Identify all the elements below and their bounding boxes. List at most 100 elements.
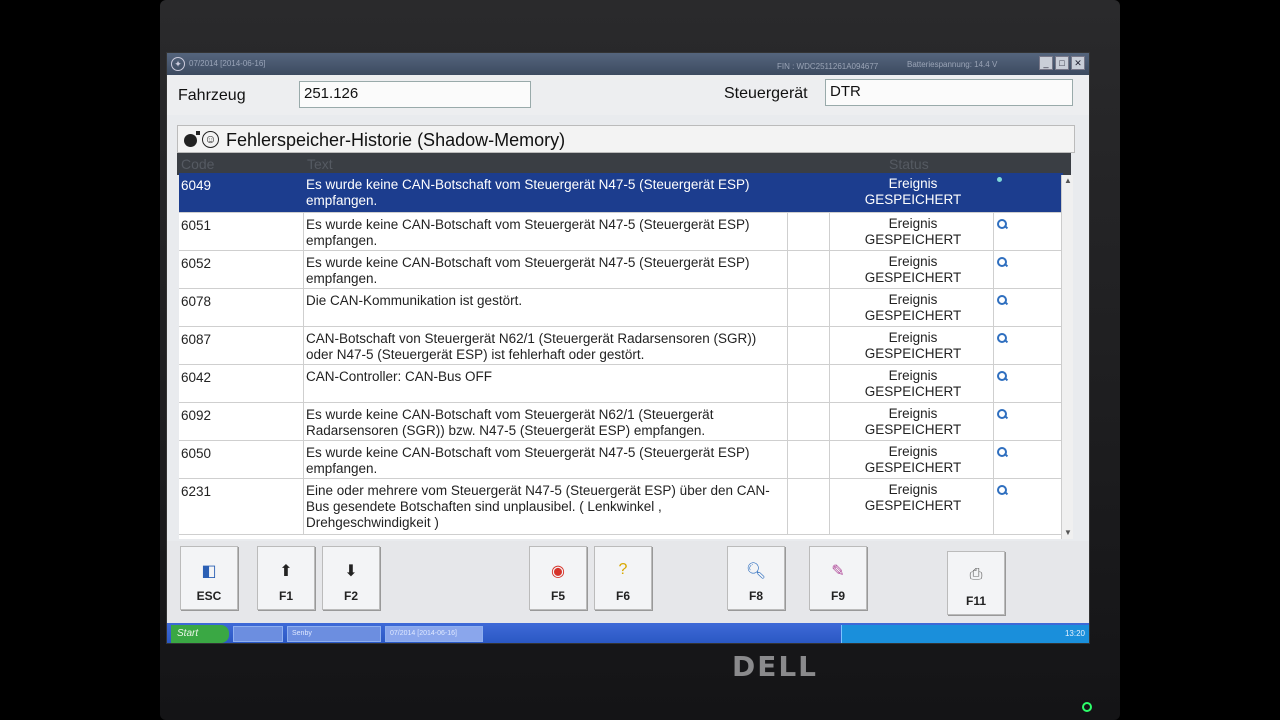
status-stored: GESPEICHERT — [864, 270, 962, 285]
minimize-button[interactable]: _ — [1039, 56, 1053, 70]
dell-logo: DELL — [731, 650, 819, 683]
f6-label: F6 — [615, 589, 630, 603]
close-button[interactable]: ✕ — [1071, 56, 1085, 70]
vehicle-label: Fahrzeug — [178, 87, 246, 104]
title-bar: ✦ 07/2014 [2014-06-16] FIN : WDC2511261A… — [167, 53, 1089, 75]
column-divider — [303, 251, 304, 288]
row-text: Es wurde keine CAN-Botschaft vom Steuerg… — [306, 177, 750, 208]
status-stored: GESPEICHERT — [864, 192, 962, 207]
row-status: Ereignis GESPEICHERT — [831, 216, 995, 248]
f11-label: F11 — [965, 594, 986, 608]
column-divider — [829, 403, 830, 440]
column-divider — [303, 289, 304, 326]
row-code: 6049 — [181, 178, 212, 193]
table-row[interactable]: 6078 Die CAN-Kommunikation ist gestört. … — [179, 289, 1063, 327]
table-row[interactable]: 6051 Es wurde keine CAN-Botschaft vom St… — [179, 213, 1063, 251]
magnifier-icon[interactable] — [997, 219, 1007, 229]
f9-label: F9 — [830, 589, 845, 603]
esc-button[interactable]: ◧ ESC — [180, 546, 238, 610]
magnifier-icon[interactable] — [997, 371, 1007, 381]
ecu-field[interactable]: DTR — [825, 79, 1073, 106]
row-text: CAN-Controller: CAN-Bus OFF — [306, 369, 493, 384]
section-header: ☺ Fehlerspeicher-Historie (Shadow-Memory… — [177, 125, 1075, 153]
f2-button[interactable]: ⬇ F2 — [322, 546, 380, 610]
notepad-icon: ✎ — [831, 563, 845, 580]
door-exit-icon: ◧ — [201, 563, 217, 580]
column-header-code[interactable]: Code — [181, 156, 214, 172]
table-row[interactable]: 6049 Es wurde keine CAN-Botschaft vom St… — [179, 173, 1063, 213]
taskbar-item-senby[interactable]: Senby — [287, 626, 381, 642]
f8-label: F8 — [748, 589, 763, 603]
column-divider — [829, 327, 830, 364]
f11-button[interactable]: ⎙ F11 — [947, 551, 1005, 615]
f5-label: F5 — [550, 589, 565, 603]
row-code: 6051 — [181, 218, 212, 233]
status-event: Ereignis — [888, 254, 938, 269]
column-header-status[interactable]: Status — [889, 156, 929, 172]
table-row[interactable]: 6087 CAN-Botschaft von Steuergerät N62/1… — [179, 327, 1063, 365]
column-divider — [787, 479, 788, 534]
quick-launch[interactable] — [233, 626, 283, 642]
magnifier-icon[interactable] — [997, 295, 1007, 305]
taskbar-item-app[interactable]: 07/2014 [2014-06-16] — [385, 626, 483, 642]
column-header-text[interactable]: Text — [307, 156, 333, 172]
status-stored: GESPEICHERT — [864, 346, 962, 361]
status-stored: GESPEICHERT — [864, 460, 962, 475]
f9-button[interactable]: ✎ F9 — [809, 546, 867, 610]
status-event: Ereignis — [888, 176, 938, 191]
column-divider — [303, 441, 304, 478]
row-code: 6042 — [181, 370, 212, 385]
column-divider — [787, 213, 788, 250]
maximize-button[interactable]: □ — [1055, 56, 1069, 70]
vehicle-field[interactable]: 251.126 — [299, 81, 531, 108]
selection-dot-icon — [997, 177, 1002, 182]
f5-button[interactable]: ◉ F5 — [529, 546, 587, 610]
row-status: Ereignis GESPEICHERT — [831, 254, 995, 286]
bomb-icon — [184, 131, 200, 147]
table-row[interactable]: 6042 CAN-Controller: CAN-Bus OFF Ereigni… — [179, 365, 1063, 403]
status-stored: GESPEICHERT — [864, 384, 962, 399]
column-divider — [829, 251, 830, 288]
row-text: Eine oder mehrere vom Steuergerät N47-5 … — [306, 483, 770, 530]
row-text: Es wurde keine CAN-Botschaft vom Steuerg… — [306, 407, 714, 438]
taskbar: Start Senby 07/2014 [2014-06-16] 13:20 — [167, 623, 1089, 643]
status-stored: GESPEICHERT — [864, 308, 962, 323]
column-divider — [829, 479, 830, 534]
column-divider — [303, 365, 304, 402]
f1-button[interactable]: ⬆ F1 — [257, 546, 315, 610]
row-text: CAN-Botschaft von Steuergerät N62/1 (Ste… — [306, 331, 757, 362]
row-code: 6231 — [181, 484, 212, 499]
column-divider — [303, 327, 304, 364]
f6-button[interactable]: ? F6 — [594, 546, 652, 610]
f1-label: F1 — [278, 589, 293, 603]
row-text: Es wurde keine CAN-Botschaft vom Steuerg… — [306, 445, 750, 476]
f8-button[interactable]: 🔍︎ F8 — [727, 546, 785, 610]
fin-label: FIN : WDC2511261A094677 — [777, 62, 879, 71]
magnifier-icon[interactable] — [997, 447, 1007, 457]
screen: ✦ 07/2014 [2014-06-16] FIN : WDC2511261A… — [166, 52, 1090, 644]
column-divider — [787, 441, 788, 478]
status-event: Ereignis — [888, 368, 938, 383]
power-led-icon — [1082, 702, 1092, 712]
table-row[interactable]: 6050 Es wurde keine CAN-Botschaft vom St… — [179, 441, 1063, 479]
magnifier-icon[interactable] — [997, 333, 1007, 343]
column-divider — [829, 365, 830, 402]
table-scrollbar[interactable]: ▲ ▼ — [1061, 175, 1073, 539]
table-row[interactable]: 6231 Eine oder mehrere vom Steuergerät N… — [179, 479, 1063, 535]
column-divider — [787, 403, 788, 440]
table-row[interactable]: 6052 Es wurde keine CAN-Botschaft vom St… — [179, 251, 1063, 289]
start-button[interactable]: Start — [171, 625, 229, 643]
magnifier-icon[interactable] — [997, 257, 1007, 267]
scroll-up-icon[interactable]: ▲ — [1063, 176, 1073, 186]
column-divider — [787, 289, 788, 326]
table-row[interactable]: 6092 Es wurde keine CAN-Botschaft vom St… — [179, 403, 1063, 441]
row-text: Die CAN-Kommunikation ist gestört. — [306, 293, 523, 308]
magnifier-icon[interactable] — [997, 485, 1007, 495]
ecu-label: Steuergerät — [724, 85, 808, 102]
scroll-down-icon[interactable]: ▼ — [1063, 528, 1073, 538]
help-question-icon: ? — [618, 561, 628, 578]
row-status: Ereignis GESPEICHERT — [831, 482, 995, 514]
magnifier-icon[interactable] — [997, 409, 1007, 419]
column-divider — [787, 365, 788, 402]
lifebuoy-icon: ◉ — [551, 563, 565, 580]
